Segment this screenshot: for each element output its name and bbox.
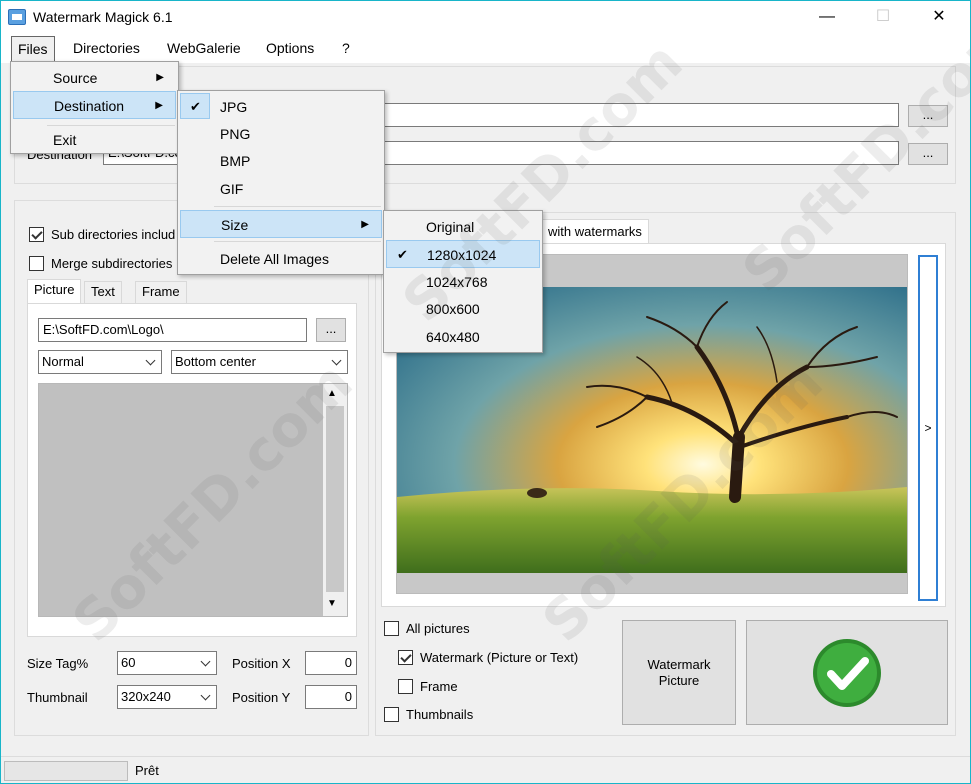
chevron-down-icon	[199, 686, 213, 708]
thumbnails-label: Thumbnails	[406, 707, 474, 722]
all-pictures-checkbox[interactable]	[384, 621, 399, 636]
chevron-right-icon: ▶	[156, 72, 164, 83]
menu-help[interactable]: ?	[336, 34, 356, 62]
close-button[interactable]: ✕	[916, 0, 962, 34]
picture-tab-panel: E:\SoftFD.com\Logo\ ... Normal Bottom ce…	[27, 303, 357, 637]
maximize-button[interactable]: ☐	[860, 0, 906, 34]
logo-position-select[interactable]: Bottom center	[171, 350, 348, 374]
menu-item-size-1280x1024-label: 1280x1024	[427, 247, 497, 263]
menu-item-png[interactable]: PNG	[180, 120, 382, 148]
status-text: Prêt	[135, 763, 159, 778]
logo-position-value: Bottom center	[175, 354, 256, 369]
logo-preview-scrollbar[interactable]: ▲ ▼	[323, 384, 347, 616]
menu-directories[interactable]: Directories	[67, 34, 146, 62]
size-tag-label: Size Tag%	[27, 656, 89, 671]
size-tag-select[interactable]: 60	[117, 651, 217, 675]
merge-subdirectories-checkbox[interactable]	[29, 256, 44, 271]
menu-webgalerie[interactable]: WebGalerie	[161, 34, 247, 62]
status-progress	[4, 761, 128, 781]
menu-item-bmp[interactable]: BMP	[180, 147, 382, 175]
menu-item-size-original[interactable]: Original	[386, 213, 540, 241]
menu-item-gif[interactable]: GIF	[180, 175, 382, 203]
menu-item-source[interactable]: Source ▶	[13, 64, 176, 92]
size-tag-value: 60	[121, 655, 136, 670]
watermark-label: Watermark (Picture or Text)	[420, 650, 579, 665]
menu-item-size-label: Size	[221, 217, 249, 233]
menu-separator	[214, 241, 381, 242]
checkmark-icon: ✔	[397, 247, 408, 262]
menu-item-destination[interactable]: Destination ▶	[13, 91, 176, 119]
destination-submenu: ✔ JPG PNG BMP GIF Size ▶ Delete All Imag…	[177, 90, 385, 275]
menu-separator	[214, 206, 381, 207]
blend-mode-value: Normal	[42, 354, 84, 369]
window-title: Watermark Magick 6.1	[33, 9, 173, 25]
scrollbar-thumb[interactable]	[326, 406, 344, 592]
status-bar: Prêt	[0, 756, 971, 784]
menu-item-size-1024x768[interactable]: 1024x768	[386, 268, 540, 296]
blend-mode-select[interactable]: Normal	[38, 350, 162, 374]
scroll-up-icon[interactable]: ▲	[327, 388, 337, 399]
tab-with-watermarks[interactable]: with watermarks	[541, 219, 649, 244]
menu-item-jpg[interactable]: ✔ JPG	[180, 93, 382, 121]
chevron-right-icon: ▶	[155, 100, 163, 111]
thumbnail-label: Thumbnail	[27, 690, 88, 705]
merge-subdirectories-label: Merge subdirectories	[51, 256, 173, 271]
thumbnails-checkbox[interactable]	[384, 707, 399, 722]
menu-item-destination-label: Destination	[54, 98, 125, 114]
watermark-checkbox[interactable]	[398, 650, 413, 665]
menu-item-size-640x480[interactable]: 640x480	[386, 323, 540, 351]
position-y-label: Position Y	[232, 690, 291, 705]
scroll-down-icon[interactable]: ▼	[327, 598, 337, 609]
watermark-picture-button[interactable]: Watermark Picture	[622, 620, 736, 725]
all-pictures-label: All pictures	[406, 621, 470, 636]
app-icon	[8, 9, 26, 25]
tab-text[interactable]: Text	[84, 281, 122, 303]
menu-files[interactable]: Files	[11, 36, 55, 63]
chevron-down-icon	[199, 652, 213, 674]
chevron-down-icon	[330, 351, 344, 373]
thumbnail-value: 320x240	[121, 689, 171, 704]
menu-item-exit[interactable]: Exit	[13, 126, 176, 154]
checkmark-icon	[813, 639, 881, 707]
sub-directories-label: Sub directories includ	[51, 227, 176, 242]
start-processing-button[interactable]	[746, 620, 948, 725]
menu-options[interactable]: Options	[260, 34, 320, 62]
next-image-button[interactable]: >	[918, 255, 938, 601]
thumbnail-select[interactable]: 320x240	[117, 685, 217, 709]
position-x-label: Position X	[232, 656, 291, 671]
chevron-down-icon	[144, 351, 158, 373]
menu-item-size-1280x1024[interactable]: ✔ 1280x1024	[386, 240, 540, 268]
minimize-button[interactable]: —	[804, 0, 850, 34]
menu-item-delete-all[interactable]: Delete All Images	[180, 245, 382, 273]
menu-item-size-800x600[interactable]: 800x600	[386, 295, 540, 323]
files-menu: Source ▶ Destination ▶ Exit	[10, 61, 179, 154]
size-submenu: Original ✔ 1280x1024 1024x768 800x600 64…	[383, 210, 543, 353]
tab-picture[interactable]: Picture	[27, 279, 82, 303]
menu-item-source-label: Source	[53, 70, 98, 86]
title-bar: Watermark Magick 6.1 — ☐ ✕	[0, 0, 971, 34]
logo-browse-button[interactable]: ...	[316, 318, 346, 342]
menu-item-size[interactable]: Size ▶	[180, 210, 382, 238]
sub-directories-checkbox[interactable]	[29, 227, 44, 242]
source-browse-button[interactable]: ...	[908, 105, 948, 127]
tab-frame[interactable]: Frame	[135, 281, 187, 303]
frame-checkbox[interactable]	[398, 679, 413, 694]
menu-item-jpg-label: JPG	[220, 99, 248, 115]
position-x-field[interactable]: 0	[305, 651, 357, 675]
left-options-group: Sub directories includ Merge subdirector…	[14, 200, 369, 736]
destination-browse-button[interactable]: ...	[908, 143, 948, 165]
chevron-right-icon: ▶	[361, 219, 369, 230]
menu-bar: Files Directories WebGalerie Options ?	[0, 34, 971, 63]
watermark-tabs: Picture Text Frame	[27, 279, 357, 305]
checkmark-icon: ✔	[190, 99, 201, 114]
logo-path-field[interactable]: E:\SoftFD.com\Logo\	[38, 318, 307, 342]
frame-label: Frame	[420, 679, 458, 694]
logo-preview-area: ▲ ▼	[38, 383, 348, 617]
position-y-field[interactable]: 0	[305, 685, 357, 709]
